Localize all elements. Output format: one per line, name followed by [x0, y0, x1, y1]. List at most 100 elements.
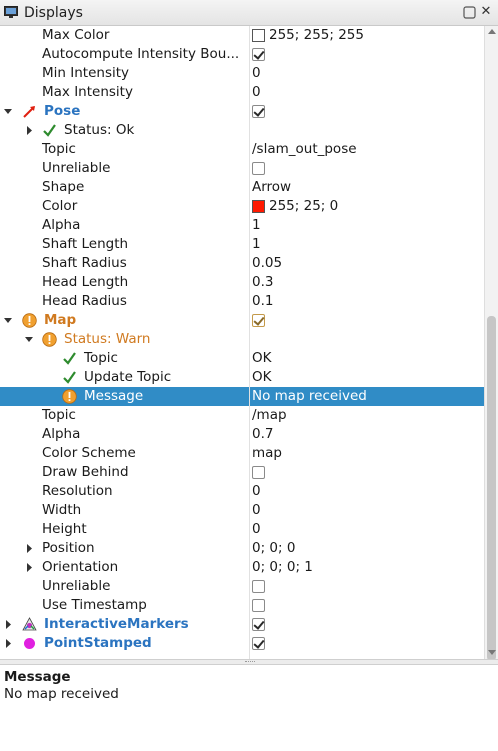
property-value[interactable]: Arrow: [252, 179, 291, 195]
checkbox-checked[interactable]: [252, 637, 265, 650]
property-row-unreliable[interactable]: Unreliable: [0, 577, 484, 596]
warning-icon: [62, 389, 77, 404]
property-value[interactable]: 0.7: [252, 426, 273, 442]
property-value[interactable]: 0; 0; 0: [252, 540, 295, 556]
chevron-down-icon[interactable]: [4, 107, 12, 116]
displays-tree[interactable]: Max Color 255; 255; 255 Autocompute Inte…: [0, 26, 484, 659]
property-row-draw-behind[interactable]: Draw Behind: [0, 463, 484, 482]
status-label: Topic: [84, 350, 118, 366]
float-panel-icon[interactable]: [463, 6, 476, 19]
property-row-autocompute-intensity[interactable]: Autocompute Intensity Bou...: [0, 45, 484, 64]
status-row-message[interactable]: Message No map received: [0, 387, 484, 406]
property-row-width[interactable]: Width 0: [0, 501, 484, 520]
status-row-ok[interactable]: Status: Ok: [0, 121, 484, 140]
property-row-head-length[interactable]: Head Length 0.3: [0, 273, 484, 292]
property-name: Unreliable: [42, 160, 111, 176]
property-row-head-radius[interactable]: Head Radius 0.1: [0, 292, 484, 311]
property-row-alpha[interactable]: Alpha 0.7: [0, 425, 484, 444]
property-row-color-scheme[interactable]: Color Scheme map: [0, 444, 484, 463]
property-value[interactable]: 1: [252, 236, 261, 252]
scroll-down-arrow-icon[interactable]: [488, 650, 496, 655]
chevron-down-icon[interactable]: [4, 316, 12, 325]
status-row-update-topic[interactable]: Update Topic OK: [0, 368, 484, 387]
property-row-shaft-radius[interactable]: Shaft Radius 0.05: [0, 254, 484, 273]
scroll-up-arrow-icon[interactable]: [488, 29, 496, 34]
checkbox-checked[interactable]: [252, 48, 265, 61]
property-name: Topic: [42, 407, 76, 423]
chevron-right-icon[interactable]: [4, 620, 12, 629]
property-row-topic[interactable]: Topic /map: [0, 406, 484, 425]
checkbox-checked[interactable]: [252, 105, 265, 118]
property-row-alpha[interactable]: Alpha 1: [0, 216, 484, 235]
property-row-topic[interactable]: Topic /slam_out_pose: [0, 140, 484, 159]
property-row-shape[interactable]: Shape Arrow: [0, 178, 484, 197]
property-row-max-color[interactable]: Max Color 255; 255; 255: [0, 26, 484, 45]
close-panel-button[interactable]: ✕: [479, 5, 493, 19]
property-value[interactable]: 1: [252, 217, 261, 233]
property-value[interactable]: /slam_out_pose: [252, 141, 357, 157]
column-divider[interactable]: [249, 26, 250, 659]
display-enabled[interactable]: [252, 103, 265, 118]
property-value[interactable]: 0.3: [252, 274, 273, 290]
property-name: Min Intensity: [42, 65, 130, 81]
property-value[interactable]: [252, 160, 265, 175]
property-row-use-timestamp[interactable]: Use Timestamp: [0, 596, 484, 615]
chevron-down-icon[interactable]: [25, 335, 33, 344]
property-row-position[interactable]: Position 0; 0; 0: [0, 539, 484, 558]
chevron-right-icon[interactable]: [25, 126, 33, 135]
property-value[interactable]: [252, 464, 265, 479]
color-swatch: [252, 28, 265, 42]
checkbox-unchecked[interactable]: [252, 599, 265, 612]
property-value[interactable]: 255; 255; 255: [252, 27, 364, 43]
property-value[interactable]: 0: [252, 65, 261, 81]
display-row-map[interactable]: Map: [0, 311, 484, 330]
checkbox-unchecked[interactable]: [252, 580, 265, 593]
checkbox-checked[interactable]: [252, 618, 265, 631]
checkbox-unchecked[interactable]: [252, 162, 265, 175]
property-name: Draw Behind: [42, 464, 129, 480]
scrollbar-thumb[interactable]: [487, 316, 496, 661]
property-row-unreliable[interactable]: Unreliable: [0, 159, 484, 178]
property-row-height[interactable]: Height 0: [0, 520, 484, 539]
status-row-warn[interactable]: Status: Warn: [0, 330, 484, 349]
chevron-right-icon[interactable]: [25, 544, 33, 553]
property-row-max-intensity[interactable]: Max Intensity 0: [0, 83, 484, 102]
property-row-color[interactable]: Color 255; 25; 0: [0, 197, 484, 216]
property-name: Unreliable: [42, 578, 111, 594]
checkbox-unchecked[interactable]: [252, 466, 265, 479]
property-value[interactable]: map: [252, 445, 282, 461]
property-value[interactable]: 0.1: [252, 293, 273, 309]
property-row-min-intensity[interactable]: Min Intensity 0: [0, 64, 484, 83]
status-row-topic[interactable]: Topic OK: [0, 349, 484, 368]
chevron-right-icon[interactable]: [25, 563, 33, 572]
property-value[interactable]: [252, 578, 265, 593]
property-value[interactable]: 0.05: [252, 255, 282, 271]
property-row-orientation[interactable]: Orientation 0; 0; 0; 1: [0, 558, 484, 577]
property-value[interactable]: 0: [252, 521, 261, 537]
property-row-resolution[interactable]: Resolution 0: [0, 482, 484, 501]
checkbox-checked[interactable]: [252, 314, 265, 327]
splitter-grip[interactable]: [245, 661, 255, 663]
display-enabled[interactable]: [252, 312, 265, 327]
property-value[interactable]: [252, 46, 265, 61]
check-icon: [63, 371, 76, 384]
property-row-shaft-length[interactable]: Shaft Length 1: [0, 235, 484, 254]
display-row-pose[interactable]: Pose: [0, 102, 484, 121]
property-value[interactable]: /map: [252, 407, 287, 423]
property-name: Resolution: [42, 483, 113, 499]
display-enabled[interactable]: [252, 616, 265, 631]
property-value[interactable]: 0: [252, 483, 261, 499]
interactive-markers-icon: [22, 617, 37, 631]
property-value[interactable]: [252, 597, 265, 612]
panel-title-bar[interactable]: Displays ✕: [0, 0, 498, 26]
display-row-point-stamped[interactable]: PointStamped: [0, 634, 484, 653]
property-value[interactable]: 0; 0; 0; 1: [252, 559, 313, 575]
chevron-right-icon[interactable]: [4, 639, 12, 648]
display-enabled[interactable]: [252, 635, 265, 650]
property-name: Use Timestamp: [42, 597, 147, 613]
display-row-interactive-markers[interactable]: InteractiveMarkers: [0, 615, 484, 634]
property-value[interactable]: 0: [252, 84, 261, 100]
vertical-scrollbar[interactable]: [484, 26, 498, 661]
property-value[interactable]: 0: [252, 502, 261, 518]
property-value[interactable]: 255; 25; 0: [252, 198, 338, 214]
